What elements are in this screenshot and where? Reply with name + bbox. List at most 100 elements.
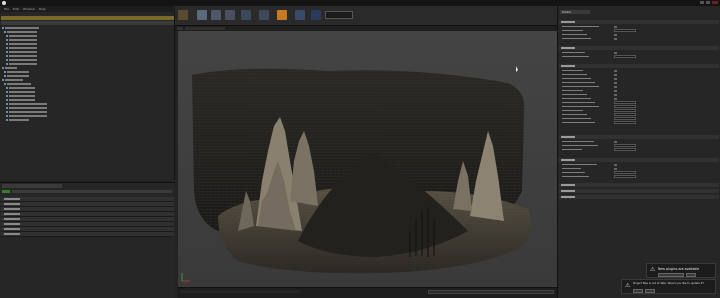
outliner-row-label (7, 71, 29, 73)
property-row (562, 51, 717, 55)
property-checkbox[interactable] (614, 37, 617, 40)
menu-help[interactable]: Help (39, 7, 46, 11)
details-category[interactable] (1, 222, 174, 227)
marketplace-icon[interactable] (225, 10, 235, 20)
dismiss-button[interactable] (686, 273, 696, 277)
console-input[interactable] (428, 290, 554, 294)
add-component-button[interactable] (2, 190, 10, 193)
property-checkbox[interactable] (614, 97, 617, 100)
property-section-header[interactable] (559, 189, 719, 193)
property-field[interactable] (614, 175, 636, 179)
content-icon[interactable] (211, 10, 221, 20)
property-field[interactable] (614, 144, 636, 148)
viewport-tab[interactable] (177, 27, 183, 30)
property-field[interactable] (614, 113, 636, 117)
blueprints-icon[interactable] (259, 10, 269, 20)
property-field[interactable] (614, 121, 636, 125)
property-checkbox[interactable] (614, 81, 617, 84)
property-section-header[interactable] (559, 195, 719, 199)
build-icon[interactable] (277, 10, 287, 20)
details-category[interactable] (1, 207, 174, 212)
actor-icon (6, 91, 8, 93)
cinematics-icon[interactable] (295, 10, 305, 20)
property-section-header[interactable] (559, 20, 719, 24)
property-checkbox[interactable] (614, 163, 617, 166)
actor-icon (6, 39, 8, 41)
details-category-label (4, 217, 20, 220)
property-field[interactable] (614, 29, 636, 33)
property-checkbox[interactable] (614, 140, 617, 143)
maximize-button[interactable] (706, 1, 710, 4)
property-section-header[interactable] (559, 46, 719, 50)
property-checkbox[interactable] (614, 33, 617, 36)
property-checkbox[interactable] (614, 69, 617, 72)
property-section-header[interactable] (559, 135, 719, 139)
details-category[interactable] (1, 197, 174, 202)
dismiss-button[interactable] (645, 289, 655, 293)
property-checkbox[interactable] (614, 167, 617, 170)
property-checkbox[interactable] (614, 89, 617, 92)
actor-icon (6, 103, 8, 105)
property-checkbox[interactable] (614, 85, 617, 88)
property-field[interactable] (614, 105, 636, 109)
outliner-row-label (5, 79, 23, 81)
details-tab-right[interactable]: Details (560, 10, 590, 14)
warning-icon: ⚠ (650, 266, 656, 273)
outliner-selected-row[interactable] (1, 16, 174, 20)
property-section-header[interactable] (559, 183, 719, 187)
actor-icon (6, 107, 8, 109)
property-field[interactable] (614, 117, 636, 121)
details-category[interactable] (1, 212, 174, 217)
actor-icon (6, 63, 8, 65)
outliner-row-label (9, 99, 35, 101)
property-label (562, 34, 587, 36)
close-button[interactable] (712, 1, 718, 4)
property-section-header[interactable] (559, 158, 719, 162)
details-category[interactable] (1, 232, 174, 237)
details-category-label (4, 227, 20, 230)
property-field[interactable] (614, 171, 636, 175)
source-control-icon[interactable] (197, 10, 207, 20)
property-section-header[interactable] (559, 64, 719, 68)
level-viewport[interactable] (178, 31, 557, 287)
details-category[interactable] (1, 217, 174, 222)
details-category[interactable] (1, 227, 174, 232)
property-label (562, 110, 583, 112)
viewport-tab-2[interactable] (185, 27, 225, 30)
details-panel (0, 182, 175, 298)
property-checkbox[interactable] (614, 77, 617, 80)
details-category-label (4, 222, 20, 225)
play-icon[interactable] (311, 10, 321, 20)
outliner-row-label (9, 91, 35, 93)
details-tab[interactable] (2, 184, 62, 188)
property-checkbox[interactable] (614, 93, 617, 96)
property-field[interactable] (614, 101, 636, 105)
outliner-search-input[interactable] (1, 21, 174, 25)
property-row (562, 85, 717, 89)
outliner-row-label (7, 83, 31, 85)
menu-edit[interactable]: Edit (13, 7, 19, 11)
property-field[interactable] (614, 55, 636, 59)
details-category-label (4, 207, 20, 210)
details-category[interactable] (1, 202, 174, 207)
update-button[interactable] (633, 289, 643, 293)
settings-icon[interactable] (241, 10, 251, 20)
actor-icon (6, 119, 8, 121)
actor-icon (6, 35, 8, 37)
property-checkbox[interactable] (614, 51, 617, 54)
property-label (562, 90, 583, 92)
outliner-row[interactable] (6, 118, 29, 122)
menu-file[interactable]: File (4, 7, 9, 11)
outliner-row-label (7, 31, 37, 33)
menu-window[interactable]: Window (23, 7, 35, 11)
manage-plugins-button[interactable] (658, 273, 684, 277)
property-field[interactable] (614, 109, 636, 113)
save-icon[interactable] (178, 10, 188, 20)
launch-dropdown[interactable] (325, 11, 353, 19)
property-field[interactable] (614, 148, 636, 152)
details-search-input[interactable] (12, 190, 172, 193)
property-checkbox[interactable] (614, 25, 617, 28)
minimize-button[interactable] (700, 1, 704, 4)
property-checkbox[interactable] (614, 73, 617, 76)
details-category-label (4, 232, 20, 235)
